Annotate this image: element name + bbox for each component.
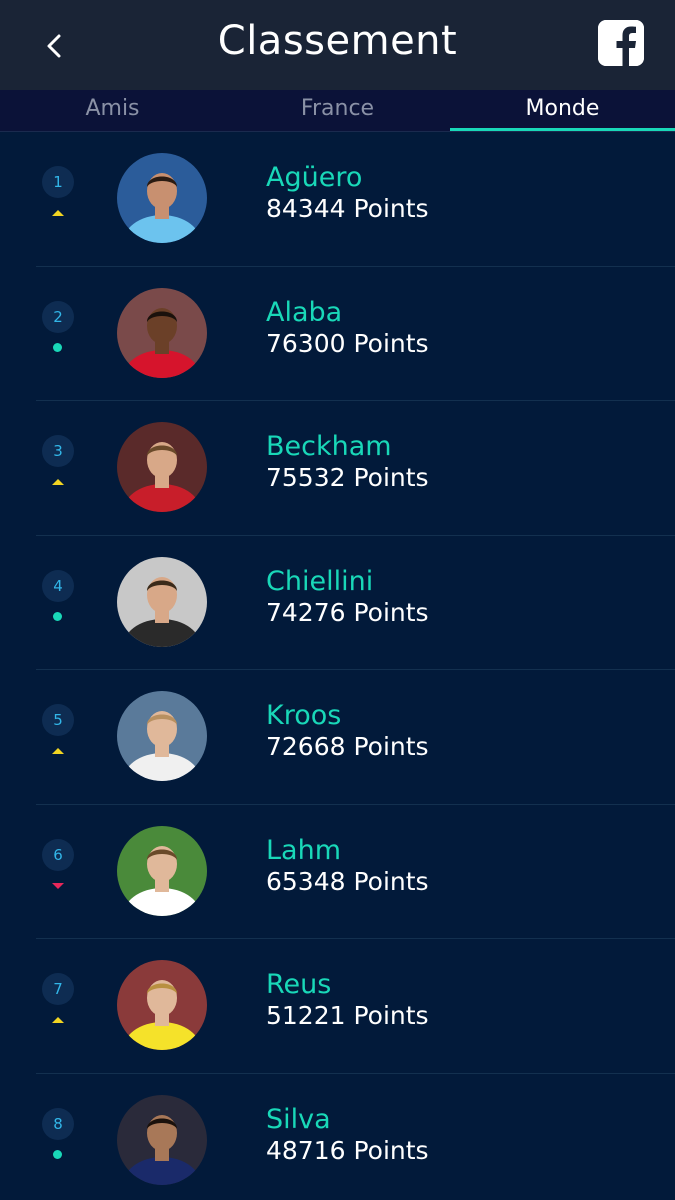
avatar [117,556,207,647]
ranking-row[interactable]: 2 Alaba 76300 Points [36,267,675,401]
ranking-row[interactable]: 5 Kroos 72668 Points [36,670,675,805]
trend-up-icon [52,210,64,216]
player-points: 72668 Points [266,732,429,761]
rank-badge: 3 [42,435,74,467]
rank-badge: 1 [42,166,74,198]
player-name: Reus [266,969,332,1000]
ranking-row[interactable]: 6 Lahm 65348 Points [36,805,675,939]
rank-badge: 8 [42,1107,74,1140]
ranking-screen: Classement Amis France Monde 1 Agüero 84344 … [0,0,675,1200]
tab-amis[interactable]: Amis [0,90,225,131]
avatar [117,287,207,378]
trend-up-icon [52,479,64,485]
trend-same-icon [53,342,62,352]
player-name: Beckham [266,431,392,462]
trend-up-icon [52,1017,64,1023]
player-points: 75532 Points [266,463,429,492]
player-name: Agüero [266,162,363,193]
page-title: Classement [217,18,458,64]
avatar [117,825,207,916]
player-name: Chiellini [266,565,374,597]
ranking-row[interactable]: 1 Agüero 84344 Points [36,132,675,267]
player-points: 74276 Points [266,597,429,627]
player-points: 84344 Points [266,194,429,223]
trend-same-icon [53,1149,62,1159]
ranking-row[interactable]: 3 Beckham 75532 Points [36,401,675,536]
rank-badge: 5 [42,704,74,736]
ranking-row[interactable]: 7 Reus 51221 Points [36,939,675,1074]
ranking-row[interactable]: 8 Silva 48716 Points [36,1074,675,1200]
player-name: Alaba [266,296,343,328]
player-name: Kroos [266,700,342,731]
player-points: 65348 Points [266,866,429,896]
rank-badge: 2 [42,300,74,333]
player-name: Lahm [266,834,342,866]
ranking-list: 1 Agüero 84344 Points 2 Alaba 76300 Points 3 Be… [0,132,675,1200]
tab-france[interactable]: France [225,90,450,131]
player-points: 48716 Points [266,1135,429,1165]
trend-down-icon [52,882,64,889]
avatar [117,691,207,781]
rank-badge: 6 [42,838,74,871]
player-points: 51221 Points [266,1001,429,1030]
rank-badge: 4 [42,569,74,602]
ranking-row[interactable]: 4 Chiellini 74276 Points [36,536,675,670]
avatar [117,422,207,512]
tab-monde[interactable]: Monde [450,90,675,131]
trend-same-icon [53,611,62,621]
trend-up-icon [52,748,64,754]
tab-bar: Amis France Monde [0,90,675,132]
avatar [117,960,207,1050]
avatar [117,1094,207,1185]
facebook-share-button[interactable] [598,20,644,66]
facebook-icon [598,20,644,66]
header-bar: Classement [0,0,675,90]
player-points: 76300 Points [266,328,429,358]
player-name: Silva [266,1103,331,1135]
avatar [117,153,207,243]
rank-badge: 7 [42,973,74,1005]
